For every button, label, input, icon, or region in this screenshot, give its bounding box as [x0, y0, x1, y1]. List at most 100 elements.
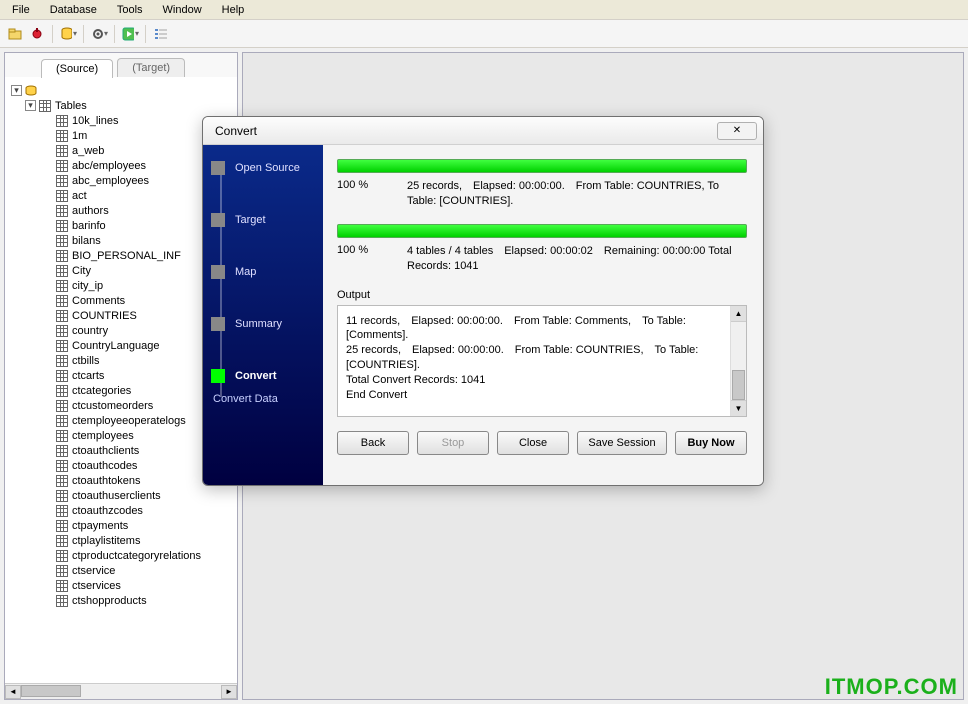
tree-item-label[interactable]: ctemployeeoperatelogs — [72, 415, 186, 427]
tree-item-label[interactable]: ctservices — [72, 580, 121, 592]
tree-item-label[interactable]: ctplaylistitems — [72, 535, 140, 547]
close-button[interactable]: Close — [497, 431, 569, 455]
tree-item-label[interactable]: ctpayments — [72, 520, 128, 532]
tree-item-label[interactable]: ctservice — [72, 565, 115, 577]
tree-item-label[interactable]: barinfo — [72, 220, 106, 232]
tree-item-label[interactable]: a_web — [72, 145, 104, 157]
tree-item[interactable]: ctpayments — [7, 518, 235, 533]
toolbar-db-icon[interactable]: ▾ — [59, 25, 77, 43]
tree-item[interactable]: a_web — [7, 143, 235, 158]
tree-item-label[interactable]: COUNTRIES — [72, 310, 137, 322]
tree-item-label[interactable]: ctshopproducts — [72, 595, 147, 607]
output-scroll-track[interactable] — [731, 322, 746, 400]
output-textbox[interactable]: 11 records, Elapsed: 00:00:00. From Tabl… — [337, 305, 747, 417]
tree-item[interactable]: ctcarts — [7, 368, 235, 383]
tree-item[interactable]: abc_employees — [7, 173, 235, 188]
scroll-thumb[interactable] — [21, 685, 81, 697]
toolbar-run-icon[interactable]: ▾ — [121, 25, 139, 43]
wizard-step[interactable]: Open Source — [211, 157, 315, 179]
save-session-button[interactable]: Save Session — [577, 431, 667, 455]
tree-item[interactable]: ctoauthzcodes — [7, 503, 235, 518]
tree-item[interactable]: BIO_PERSONAL_INF — [7, 248, 235, 263]
menu-file[interactable]: File — [2, 2, 40, 18]
tree-item-label[interactable]: country — [72, 325, 108, 337]
tree-item[interactable]: ctemployees — [7, 428, 235, 443]
tree-item-label[interactable]: ctproductcategoryrelations — [72, 550, 201, 562]
tree-item-label[interactable]: 10k_lines — [72, 115, 118, 127]
tree-item[interactable]: country — [7, 323, 235, 338]
wizard-step[interactable]: Convert — [211, 365, 315, 387]
tree-tables-group[interactable]: ▾ Tables — [7, 98, 235, 113]
tree-item-label[interactable]: abc/employees — [72, 160, 146, 172]
tree-item[interactable]: city_ip — [7, 278, 235, 293]
tree-item[interactable]: ctoauthclients — [7, 443, 235, 458]
wizard-step[interactable]: Map — [211, 261, 315, 283]
wizard-step[interactable]: Summary — [211, 313, 315, 335]
tree-item-label[interactable]: BIO_PERSONAL_INF — [72, 250, 181, 262]
tree-item[interactable]: abc/employees — [7, 158, 235, 173]
menu-help[interactable]: Help — [212, 2, 255, 18]
toolbar-open-icon[interactable] — [6, 25, 24, 43]
tree-item[interactable]: 10k_lines — [7, 113, 235, 128]
tree-item-label[interactable]: ctoauthuserclients — [72, 490, 161, 502]
tree-item-label[interactable]: City — [72, 265, 91, 277]
toolbar-action1-icon[interactable] — [28, 25, 46, 43]
tree-item[interactable]: ctcustomeorders — [7, 398, 235, 413]
expander-icon[interactable]: ▾ — [11, 85, 22, 96]
tree-item-label[interactable]: act — [72, 190, 87, 202]
tree-item-label[interactable]: ctoauthtokens — [72, 475, 141, 487]
buy-now-button[interactable]: Buy Now — [675, 431, 747, 455]
tree-item-label[interactable]: ctcategories — [72, 385, 131, 397]
tab-target[interactable]: (Target) — [117, 58, 185, 77]
tree-item-label[interactable]: ctoauthcodes — [72, 460, 137, 472]
menu-tools[interactable]: Tools — [107, 2, 153, 18]
scroll-left-icon[interactable]: ◄ — [5, 685, 21, 699]
tree-item-label[interactable]: ctemployees — [72, 430, 134, 442]
tree-item[interactable]: 1m — [7, 128, 235, 143]
tree-root-db[interactable]: ▾ — [7, 83, 235, 98]
tree-item[interactable]: ctproductcategoryrelations — [7, 548, 235, 563]
tree-item[interactable]: act — [7, 188, 235, 203]
tree-item-label[interactable]: ctoauthclients — [72, 445, 139, 457]
tree-item-label[interactable]: ctbills — [72, 355, 100, 367]
tree-item-label[interactable]: Comments — [72, 295, 125, 307]
tab-source[interactable]: (Source) — [41, 59, 113, 78]
tree-item-label[interactable]: ctcustomeorders — [72, 400, 153, 412]
tree-item-label[interactable]: CountryLanguage — [72, 340, 159, 352]
horizontal-scrollbar[interactable]: ◄ ► — [5, 683, 237, 699]
tree-item[interactable]: ctcategories — [7, 383, 235, 398]
tree-item[interactable]: ctservices — [7, 578, 235, 593]
output-vertical-scrollbar[interactable]: ▲ ▼ — [730, 306, 746, 416]
dialog-titlebar[interactable]: Convert ✕ — [203, 117, 763, 145]
tree-item-label[interactable]: city_ip — [72, 280, 103, 292]
tree-item-label[interactable]: 1m — [72, 130, 87, 142]
output-scroll-thumb[interactable] — [732, 370, 745, 400]
tree-item[interactable]: ctoauthtokens — [7, 473, 235, 488]
back-button[interactable]: Back — [337, 431, 409, 455]
dialog-close-button[interactable]: ✕ — [717, 122, 757, 140]
tree-item-label[interactable]: ctoauthzcodes — [72, 505, 143, 517]
tree-group-label[interactable]: Tables — [55, 100, 87, 112]
tree-item-label[interactable]: bilans — [72, 235, 101, 247]
scroll-right-icon[interactable]: ► — [221, 685, 237, 699]
tree-item-label[interactable]: authors — [72, 205, 109, 217]
tree-item[interactable]: Comments — [7, 293, 235, 308]
tree-item[interactable]: ctservice — [7, 563, 235, 578]
tree-item[interactable]: CountryLanguage — [7, 338, 235, 353]
tree-item-label[interactable]: abc_employees — [72, 175, 149, 187]
tree-item[interactable]: barinfo — [7, 218, 235, 233]
menu-database[interactable]: Database — [40, 2, 107, 18]
tree-item[interactable]: ctshopproducts — [7, 593, 235, 608]
stop-button[interactable]: Stop — [417, 431, 489, 455]
tree-item[interactable]: ctemployeeoperatelogs — [7, 413, 235, 428]
menu-window[interactable]: Window — [153, 2, 212, 18]
scroll-up-icon[interactable]: ▲ — [731, 306, 746, 322]
tree-item[interactable]: bilans — [7, 233, 235, 248]
tree-item[interactable]: ctbills — [7, 353, 235, 368]
expander-icon[interactable]: ▾ — [25, 100, 36, 111]
toolbar-gear-icon[interactable]: ▾ — [90, 25, 108, 43]
toolbar-list-icon[interactable] — [152, 25, 170, 43]
tree-item[interactable]: ctplaylistitems — [7, 533, 235, 548]
tree-item[interactable]: ctoauthuserclients — [7, 488, 235, 503]
tree-item[interactable]: authors — [7, 203, 235, 218]
